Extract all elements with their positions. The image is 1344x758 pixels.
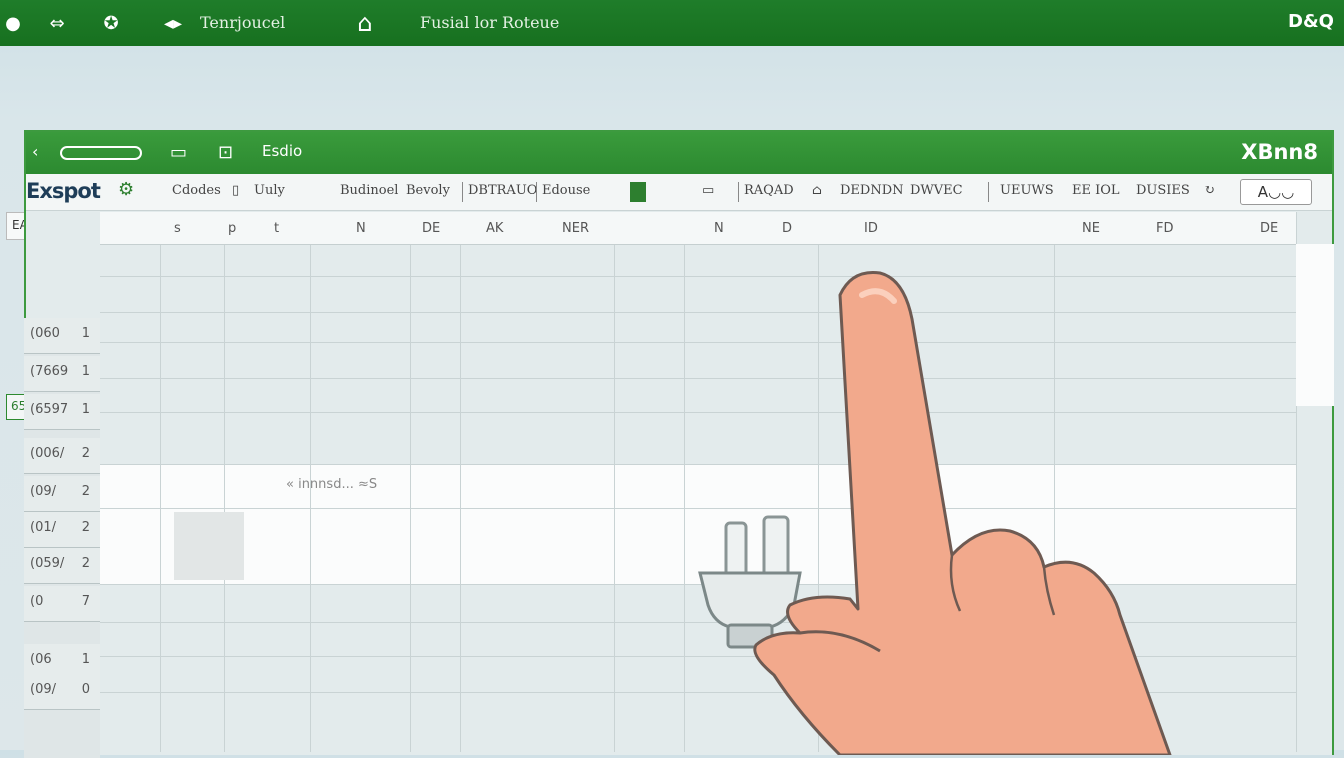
column-header[interactable]: ID [864,221,878,236]
row-number: 0 [81,682,90,697]
row-header[interactable]: (006/2 [24,438,100,474]
row-label: (09/ [30,484,56,499]
app-name: Exspot [26,179,101,203]
ribbon-item-11[interactable]: DUSIES [1136,183,1190,198]
ribbon-item-10[interactable]: EE IOL [1072,183,1120,198]
row-number: 1 [81,364,90,379]
hand-shape [753,270,1172,755]
column-header[interactable]: N [356,221,366,236]
user-badge[interactable]: D&Q [1288,11,1334,32]
row-header[interactable]: (7669 1 [24,356,100,392]
row-header[interactable]: (059/2 [24,548,100,584]
row-label: (06 [30,652,52,667]
ribbon-item-7[interactable]: DEDNDN [840,183,904,198]
row-label: (006/ [30,446,65,461]
link-icon[interactable]: ⊡ [218,142,233,163]
row-label: (060 [30,326,60,341]
ribbon-item-5[interactable]: Edouse [542,183,590,198]
row-number: 1 [81,402,90,417]
grid-col-line [684,212,685,752]
back-forward-icon[interactable]: ◂▸ [160,10,186,36]
column-header[interactable]: p [228,221,236,236]
grid-col-line [160,212,161,752]
row-header[interactable]: (09/0 [24,674,100,710]
ribbon-item-6[interactable]: RAQAD [744,183,794,198]
window-title-right[interactable]: XBnn8 [1241,140,1318,164]
row-header[interactable]: (060 1 [24,318,100,354]
row-label: (7669 [30,364,69,379]
gear-icon[interactable]: ✪ [98,10,124,36]
row-number: 2 [81,556,90,571]
column-header[interactable]: NER [562,221,589,236]
row-header[interactable]: (6597 1 [24,394,100,430]
top-bar: ● ⇔ ✪ ◂▸ Tenrjoucel ⌂ Fusial lor Roteue … [0,0,1344,46]
row-header[interactable]: (09/2 [24,476,100,512]
column-header[interactable]: D [782,221,792,236]
tab-title[interactable]: Fusial lor Roteue [420,13,559,32]
cell-text[interactable]: « innnsd... ≈S [286,477,377,492]
grid-col-line [460,212,461,752]
row-number: 2 [81,520,90,535]
plug-icon [698,515,802,649]
row-number: 2 [81,484,90,499]
circle-icon[interactable]: ● [0,10,26,36]
right-scroll-area[interactable] [1296,244,1334,406]
chevron-left-icon[interactable]: ‹ [32,142,38,161]
row-label: (6597 [30,402,69,417]
format-icon[interactable] [630,182,646,202]
column-header-row: s p t N DE AK NER N D ID NE FD DE [100,212,1296,245]
grid-col-line [410,212,411,752]
grid-col-line [224,212,225,752]
cell-image [174,512,244,580]
pointing-hand-illustration [698,270,1172,755]
search-field[interactable]: A◡◡ [1240,179,1312,205]
window-title-bar: ‹ ▭ ⊡ Esdio XBnn8 [26,132,1332,174]
ribbon-item-9[interactable]: UEUWS [1000,183,1054,198]
column-header[interactable]: NE [1082,221,1100,236]
arrows-icon[interactable]: ⇔ [44,10,70,36]
settings-icon[interactable]: ⚙ [118,179,134,200]
row-number: 1 [81,326,90,341]
ribbon-item-3[interactable]: Bevoly [406,183,450,198]
calendar-icon[interactable]: ▯ [232,183,239,198]
ribbon-divider [462,182,463,202]
grid-col-line [614,212,615,752]
ribbon-item-4[interactable]: DBTRAUO [468,183,537,198]
ribbon-item-1[interactable]: Uuly [254,183,285,198]
app-title: Tenrjoucel [200,13,286,32]
user-icon[interactable]: ⌂ [812,183,822,198]
row-label: (01/ [30,520,56,535]
window-icon[interactable]: ▭ [170,142,187,163]
ribbon-divider [738,182,739,202]
column-header[interactable]: t [274,221,279,236]
ribbon-toolbar: Exspot ⚙ Cdodes ▯ Uuly Budinoel Bevoly D… [26,174,1332,211]
row-number: 2 [81,446,90,461]
row-header[interactable]: (0 7 [24,586,100,622]
column-header[interactable]: AK [486,221,503,236]
ribbon-item-0[interactable]: Cdodes [172,183,221,198]
row-label: (059/ [30,556,65,571]
row-label: (09/ [30,682,56,697]
column-header[interactable]: DE [1260,221,1278,236]
row-number: 7 [81,594,90,609]
column-header[interactable]: FD [1156,221,1174,236]
window-title: Esdio [262,142,303,160]
row-label: (0 [30,594,44,609]
column-header[interactable]: s [174,221,181,236]
row-header[interactable]: (01/2 [24,512,100,548]
refresh-icon[interactable]: ↻ [1204,183,1215,198]
ribbon-divider [988,182,989,202]
column-header[interactable]: DE [422,221,440,236]
ribbon-item-2[interactable]: Budinoel [340,183,398,198]
row-header-column: (060 1 (7669 1 (6597 1 (006/2 (09/2 (01/2 (… [24,318,100,758]
toggle-switch[interactable] [60,146,142,160]
home-icon[interactable]: ⌂ [352,9,378,37]
ribbon-item-8[interactable]: DWVEC [910,183,963,198]
column-header[interactable]: N [714,221,724,236]
grid-icon[interactable]: ▭ [702,183,714,198]
ribbon-divider [536,182,537,202]
row-number: 1 [81,652,90,667]
